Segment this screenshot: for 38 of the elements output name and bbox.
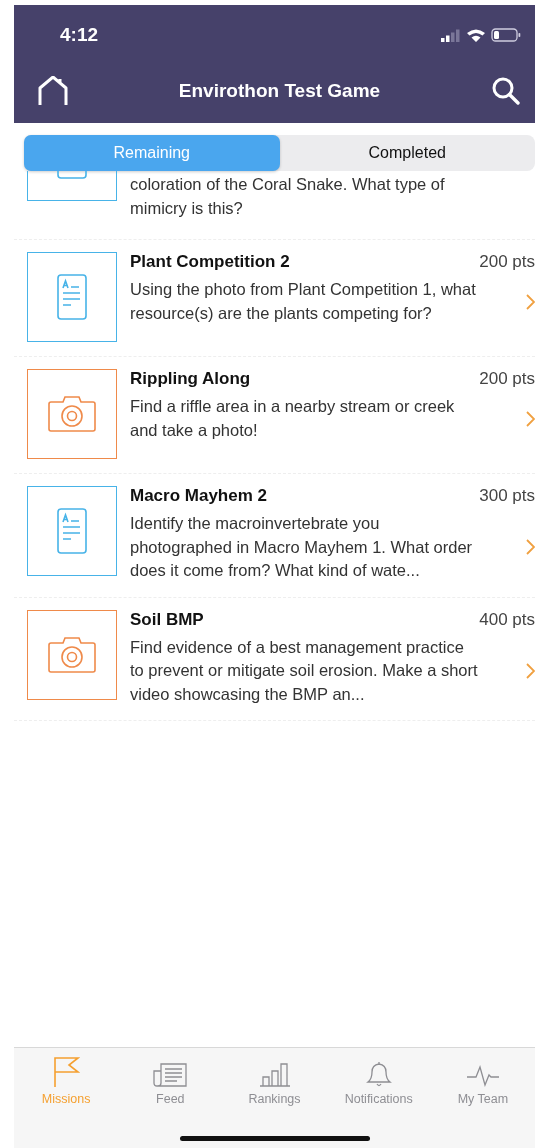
battery-icon [491, 28, 521, 42]
tab-bar-item[interactable]: My Team [430, 1056, 535, 1106]
home-icon[interactable] [38, 76, 68, 106]
pulse-icon [465, 1065, 500, 1087]
bell-icon [365, 1061, 392, 1087]
chevron-icon[interactable] [526, 293, 535, 310]
mission-title: Soil BMP [130, 609, 204, 630]
search-icon[interactable] [491, 76, 521, 106]
bar-chart-icon [258, 1063, 291, 1087]
segment-tab[interactable]: Remaining [24, 135, 280, 171]
signal-icon [441, 28, 461, 42]
chevron-icon[interactable] [526, 662, 535, 679]
mission-points: 200 pts [479, 252, 535, 272]
mission-title: Plant Competition 2 [130, 252, 290, 272]
mission-description: coloration of the Coral Snake. What type of mimicry is this? [130, 174, 446, 219]
camera-icon [47, 635, 97, 674]
mission-description: Identify the macroinvertebrate you photographed in Macro Mayhem 1. What order does it come from? What kind of wate... [130, 513, 474, 581]
chevron-icon[interactable] [526, 410, 535, 427]
wifi-icon [466, 28, 486, 42]
flag-icon [52, 1057, 81, 1087]
newspaper-icon [153, 1063, 188, 1087]
mission-description: Find evidence of a best management practice to prevent or mitigate soil erosion. Make a short video showcasing the BMP an... [130, 636, 479, 705]
mission-points: 400 pts [479, 609, 535, 630]
mission-description: Using the photo from Plant Competition 1, what resource(s) are the plants competing for? [130, 279, 477, 324]
mission-points: 300 pts [479, 486, 535, 506]
screen-title: Envirothon Test Game [178, 80, 381, 102]
mission-title: Rippling Along [130, 369, 251, 389]
tab-bar-item[interactable]: Missions [14, 1056, 119, 1106]
mission-title: Macro Mayhem 2 [130, 486, 267, 506]
camera-icon [47, 395, 97, 433]
tab-bar-item[interactable]: Notifications [326, 1056, 431, 1106]
segment-tab[interactable]: Completed [279, 135, 535, 171]
chevron-icon[interactable] [526, 539, 535, 556]
tab-bar-item[interactable]: Rankings [222, 1056, 327, 1106]
status-time: 4:12 [60, 24, 99, 46]
mission-description: Find a riffle area in a nearby stream or creek and take a photo! [130, 396, 456, 441]
tab-bar-item[interactable]: Feed [118, 1056, 223, 1106]
mission-points: 200 pts [479, 369, 535, 389]
